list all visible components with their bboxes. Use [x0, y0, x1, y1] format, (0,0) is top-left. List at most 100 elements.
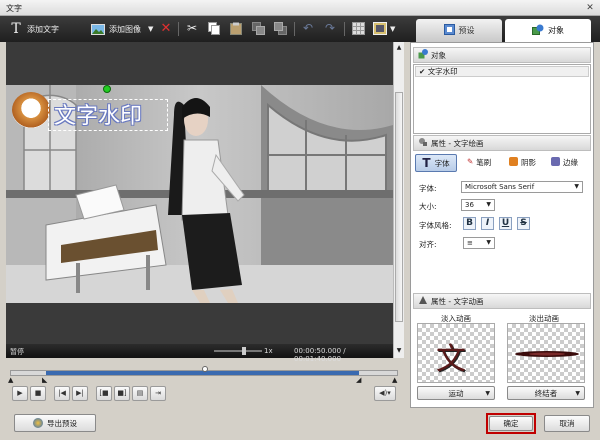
redo-icon[interactable]: ↷ [322, 20, 338, 36]
stop-icon: ■ [34, 389, 42, 397]
mark-out-button[interactable]: ■] [114, 386, 130, 401]
strikethrough-button[interactable]: S [517, 217, 530, 230]
undo-icon[interactable]: ↶ [300, 20, 316, 36]
object-icon [532, 24, 544, 37]
tab-edge[interactable]: 边缘 [551, 157, 578, 168]
scroll-up-icon[interactable]: ▲ [395, 44, 403, 52]
size-select-value: 36 [465, 201, 474, 209]
anim-props-header-label: 属性 - 文字动画 [431, 296, 484, 306]
time-display: 00:00:50.000 / 00:01:40.000 [294, 347, 346, 363]
mark-in-icon: [■ [99, 389, 109, 397]
frame-icon[interactable] [372, 20, 388, 36]
send-backward-icon[interactable] [272, 20, 288, 36]
objects-icon [418, 49, 428, 61]
export-preset-label: 导出预设 [47, 418, 77, 428]
checkbox-checked-icon[interactable]: ✔ [419, 67, 425, 76]
previous-button[interactable]: |◀ [54, 386, 70, 401]
text-t-icon: T [11, 21, 21, 37]
vertical-scrollbar[interactable]: ▲ ▼ [393, 42, 404, 358]
export-preset-button[interactable]: 导出预设 [14, 414, 96, 432]
chevron-down-icon: ▼ [575, 389, 580, 397]
grid-icon[interactable] [350, 20, 366, 36]
ok-button[interactable]: 确定 [489, 416, 533, 431]
separator [294, 22, 295, 36]
fade-in-glyph: 文 [436, 342, 466, 377]
play-icon: ▶ [17, 389, 23, 397]
separator [344, 22, 345, 36]
rotate-handle[interactable] [103, 85, 111, 93]
skip-forward-icon: ▶| [76, 389, 84, 397]
playback-status-bar: 暂停 1x 00:00:50.000 / 00:01:40.000 [6, 344, 393, 363]
add-image-button[interactable]: 添加图像 ▼ [90, 20, 153, 38]
mark-in-button[interactable]: [■ [96, 386, 112, 401]
start-marker-icon[interactable]: ▲ [8, 376, 13, 384]
close-icon[interactable]: ✕ [584, 2, 596, 14]
tab-bar: 预设 对象 [410, 16, 600, 42]
watermark-text: 文字水印 [54, 104, 143, 129]
volume-button[interactable]: ◀)▾ [374, 386, 396, 401]
mark-out-icon: ■] [117, 389, 127, 397]
copy-icon[interactable] [206, 20, 222, 36]
tab-font[interactable]: T 字体 [415, 154, 457, 172]
cut-icon[interactable]: ✂ [184, 20, 200, 36]
next-button[interactable]: ▶| [72, 386, 88, 401]
underline-button[interactable]: U [499, 217, 512, 230]
paste-icon[interactable] [228, 20, 244, 36]
clip-button[interactable]: ▤ [132, 386, 148, 401]
fade-out-select-value: 终结者 [534, 388, 558, 398]
align-select[interactable]: ≡ ▼ [463, 237, 495, 249]
chevron-down-icon: ▼ [574, 183, 579, 190]
snapshot-icon: ⇥ [155, 389, 161, 397]
tab-object[interactable]: 对象 [505, 19, 591, 42]
cancel-button[interactable]: 取消 [544, 415, 590, 432]
fade-in-marker-icon[interactable]: ◣ [42, 376, 47, 384]
add-text-button[interactable]: T 添加文字 [8, 20, 59, 38]
speaker-icon: ◀)▾ [379, 389, 391, 397]
tab-object-label: 对象 [548, 26, 564, 35]
scroll-down-icon[interactable]: ▼ [395, 347, 403, 355]
fade-out-select[interactable]: 终结者 ▼ [507, 386, 585, 400]
font-select-value: Microsoft Sans Serif [465, 183, 535, 191]
objects-list[interactable]: ✔ 文字水印 [413, 64, 591, 134]
end-marker-icon[interactable]: ▲ [392, 376, 397, 384]
font-t-icon: T [422, 156, 431, 170]
brush-icon: ✎ [467, 157, 474, 166]
fade-in-select-value: 运动 [448, 388, 464, 398]
volume-thumb[interactable] [242, 347, 246, 355]
snapshot-button[interactable]: ⇥ [150, 386, 166, 401]
tab-brush[interactable]: ✎ 笔刷 [467, 157, 491, 168]
tab-preset[interactable]: 预设 [416, 19, 502, 42]
list-item[interactable]: ✔ 文字水印 [415, 66, 589, 77]
anim-props-icon [418, 295, 428, 307]
delete-icon[interactable]: ✕ [158, 20, 174, 36]
frame-dropdown-icon[interactable]: ▼ [390, 20, 395, 38]
timeline[interactable]: ▲ ◣ ◢ ▲ [6, 362, 402, 384]
font-select[interactable]: Microsoft Sans Serif ▼ [461, 181, 583, 193]
chevron-down-icon: ▼ [486, 239, 491, 246]
fade-in-preview[interactable]: 文 [417, 323, 495, 383]
tab-shadow[interactable]: 阴影 [509, 157, 536, 168]
cancel-label: 取消 [559, 419, 575, 428]
bring-forward-icon[interactable] [250, 20, 266, 36]
object-item-label: 文字水印 [427, 67, 458, 76]
size-select[interactable]: 36 ▼ [461, 199, 495, 211]
toolbar: T 添加文字 添加图像 ▼ ✕ ✂ ↶ ↷ ▼ [0, 16, 410, 42]
volume-track[interactable] [214, 350, 262, 352]
clip-icon: ▤ [136, 389, 144, 397]
bold-button[interactable]: B [463, 217, 476, 230]
tab-edge-label: 边缘 [563, 158, 578, 167]
fade-out-preview[interactable] [507, 323, 585, 383]
playhead[interactable] [202, 366, 208, 372]
chevron-down-icon: ▼ [485, 389, 490, 397]
stop-button[interactable]: ■ [30, 386, 46, 401]
watermark-object[interactable]: 文字水印 [8, 86, 180, 134]
dropdown-arrow-icon[interactable]: ▼ [148, 25, 153, 33]
play-button[interactable]: ▶ [12, 386, 28, 401]
tab-font-label: 字体 [434, 158, 450, 168]
fade-out-marker-icon[interactable]: ◢ [356, 376, 361, 384]
fade-in-select[interactable]: 运动 ▼ [417, 386, 495, 400]
ok-label: 确定 [503, 419, 519, 428]
italic-button[interactable]: I [481, 217, 494, 230]
scroll-thumb[interactable] [395, 92, 403, 322]
align-icon: ≡ [467, 239, 473, 247]
